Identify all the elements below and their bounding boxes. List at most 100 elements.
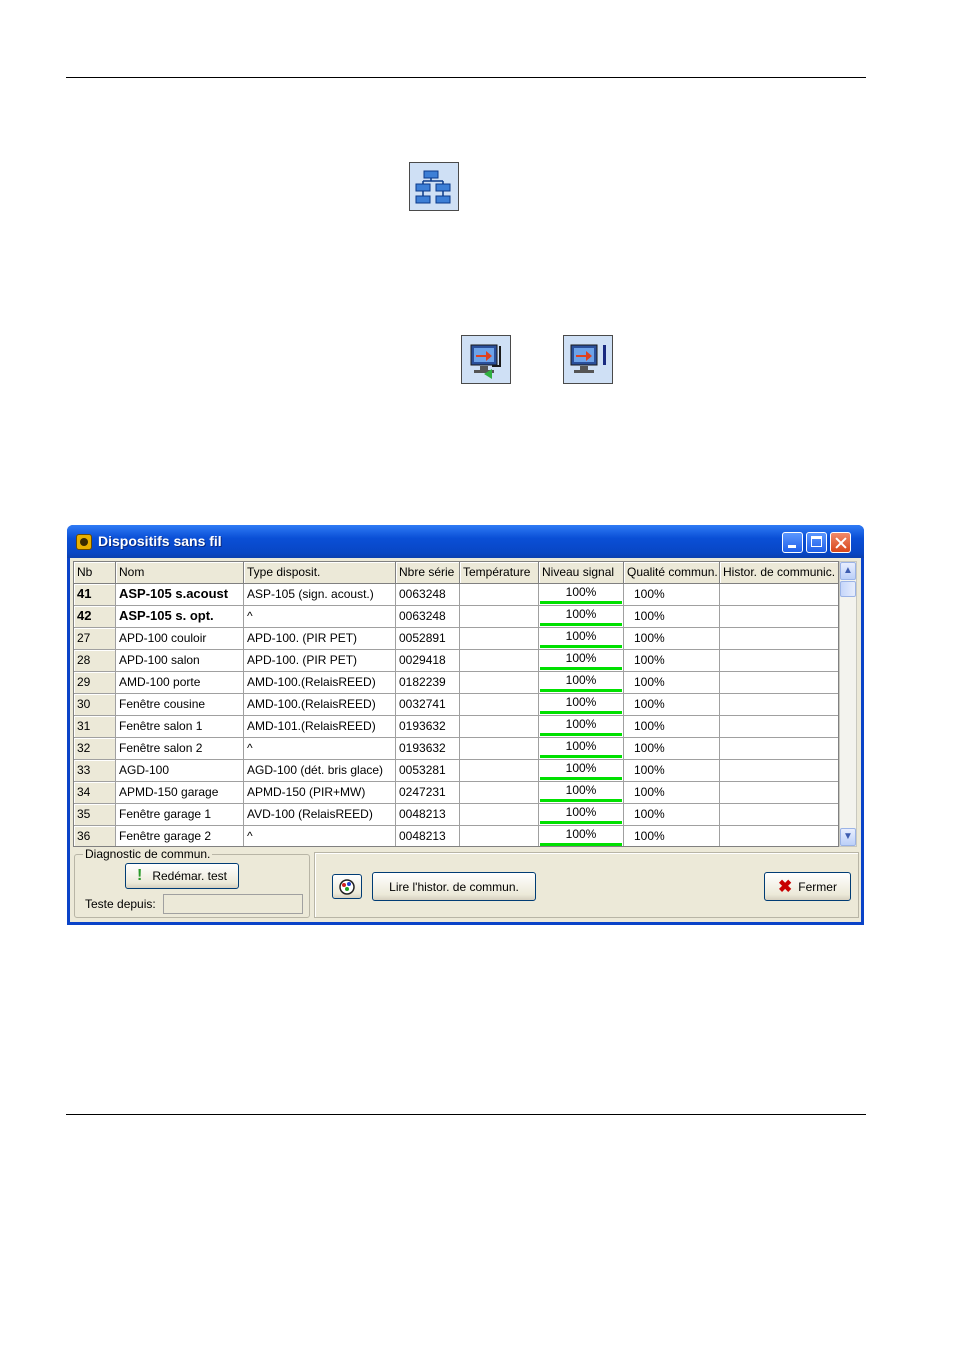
cell-nb: 34 (74, 782, 116, 804)
table-row[interactable]: 31 Fenêtre salon 1 AMD-101.(RelaisREED) 019… (74, 716, 838, 738)
col-header-type[interactable]: Type disposit. (244, 562, 396, 584)
cell-qualite: 100% (624, 804, 720, 826)
restart-test-label: Redémar. test (152, 869, 228, 883)
cell-type: ^ (244, 738, 396, 760)
cell-type: ASP-105 (sign. acoust.) (244, 584, 396, 606)
cell-nom: Fenêtre garage 1 (116, 804, 244, 826)
table-row[interactable]: 42 ASP-105 s. opt. ^ 0063248 100% 100% (74, 606, 838, 628)
col-header-nom[interactable]: Nom (116, 562, 244, 584)
cell-nb: 28 (74, 650, 116, 672)
network-tree-icon[interactable] (409, 162, 459, 211)
cell-nom: AMD-100 porte (116, 672, 244, 694)
restart-test-button[interactable]: ! Redémar. test (125, 863, 239, 889)
col-header-qualite[interactable]: Qualité commun. (624, 562, 720, 584)
window-client-area: Nb Nom Type disposit. Nbre série Tempéra… (70, 558, 861, 922)
cell-qualite: 100% (624, 694, 720, 716)
actions-panel: Lire l'histor. de commun. ✖ Fermer (314, 852, 859, 918)
table-row[interactable]: 28 APD-100 salon APD-100. (PIR PET) 0029418… (74, 650, 838, 672)
cell-serie: 0063248 (396, 584, 460, 606)
tested-since-label: Teste depuis: (85, 897, 156, 911)
cell-signal: 100% (539, 628, 624, 650)
col-header-signal[interactable]: Niveau signal (539, 562, 624, 584)
table-row[interactable]: 32 Fenêtre salon 2 ^ 0193632 100% 100% (74, 738, 838, 760)
vertical-scrollbar[interactable]: ▲ ▼ (839, 561, 857, 847)
monitor-info-icon[interactable] (563, 335, 613, 384)
scroll-thumb[interactable] (840, 581, 856, 597)
read-history-button[interactable]: Lire l'histor. de commun. (372, 872, 536, 901)
cell-nom: AGD-100 (116, 760, 244, 782)
cell-nom: Fenêtre cousine (116, 694, 244, 716)
monitor-transfer-icon[interactable] (461, 335, 511, 384)
cell-serie: 0247231 (396, 782, 460, 804)
cell-temp (460, 804, 539, 826)
cell-serie: 0032741 (396, 694, 460, 716)
cell-nom: Fenêtre salon 2 (116, 738, 244, 760)
table-row[interactable]: 35 Fenêtre garage 1 AVD-100 (RelaisREED) 00… (74, 804, 838, 826)
cell-nb: 32 (74, 738, 116, 760)
cell-type: AMD-100.(RelaisREED) (244, 672, 396, 694)
col-header-temperature[interactable]: Température (460, 562, 539, 584)
maximize-button[interactable] (806, 532, 827, 553)
title-bar[interactable]: Dispositifs sans fil (67, 525, 864, 558)
devices-table[interactable]: Nb Nom Type disposit. Nbre série Tempéra… (73, 561, 839, 847)
cell-nb: 30 (74, 694, 116, 716)
cell-signal: 100% (539, 826, 624, 846)
col-header-serie[interactable]: Nbre série (396, 562, 460, 584)
signal-bar (540, 843, 622, 846)
col-header-histor[interactable]: Histor. de communic. (720, 562, 838, 584)
signal-bar (540, 799, 622, 802)
cell-histor (720, 782, 838, 804)
table-row[interactable]: 29 AMD-100 porte AMD-100.(RelaisREED) 01822… (74, 672, 838, 694)
scroll-up-button[interactable]: ▲ (840, 562, 856, 580)
table-row[interactable]: 34 APMD-150 garage APMD-150 (PIR+MW) 024723… (74, 782, 838, 804)
cell-signal: 100% (539, 650, 624, 672)
cell-temp (460, 672, 539, 694)
cell-qualite: 100% (624, 672, 720, 694)
table-row[interactable]: 27 APD-100 couloir APD-100. (PIR PET) 00528… (74, 628, 838, 650)
signal-value: 100% (565, 739, 597, 753)
cell-type: APD-100. (PIR PET) (244, 650, 396, 672)
cell-serie: 0052891 (396, 628, 460, 650)
cell-qualite: 100% (624, 628, 720, 650)
cell-serie: 0182239 (396, 672, 460, 694)
table-row[interactable]: 41 ASP-105 s.acoust ASP-105 (sign. acoust.… (74, 584, 838, 606)
cell-nom: Fenêtre salon 1 (116, 716, 244, 738)
cell-histor (720, 694, 838, 716)
cell-nom: APMD-150 garage (116, 782, 244, 804)
cell-nom: APD-100 salon (116, 650, 244, 672)
signal-bar (540, 645, 622, 648)
tested-since-field (163, 894, 303, 914)
table-row[interactable]: 33 AGD-100 AGD-100 (dét. bris glace) 005328… (74, 760, 838, 782)
cell-type: AVD-100 (RelaisREED) (244, 804, 396, 826)
cell-histor (720, 584, 838, 606)
close-window-button[interactable] (830, 532, 851, 553)
cell-nom: ASP-105 s.acoust (116, 584, 244, 606)
table-row[interactable]: 36 Fenêtre garage 2 ^ 0048213 100% 100% (74, 826, 838, 846)
signal-bar (540, 667, 622, 670)
cell-temp (460, 628, 539, 650)
cell-qualite: 100% (624, 606, 720, 628)
cell-signal: 100% (539, 606, 624, 628)
signal-value: 100% (565, 651, 597, 665)
cell-nom: ASP-105 s. opt. (116, 606, 244, 628)
close-button[interactable]: ✖ Fermer (764, 872, 851, 901)
cell-temp (460, 694, 539, 716)
cell-histor (720, 672, 838, 694)
cell-serie: 0193632 (396, 738, 460, 760)
app-icon (76, 534, 92, 550)
cell-nb: 33 (74, 760, 116, 782)
cell-signal: 100% (539, 804, 624, 826)
cell-type: APMD-150 (PIR+MW) (244, 782, 396, 804)
scroll-down-button[interactable]: ▼ (840, 828, 856, 846)
cell-temp (460, 826, 539, 846)
minimize-button[interactable] (782, 532, 803, 553)
cell-serie: 0193632 (396, 716, 460, 738)
cell-type: AMD-101.(RelaisREED) (244, 716, 396, 738)
history-icon-button[interactable] (332, 874, 362, 899)
cell-signal: 100% (539, 760, 624, 782)
cell-qualite: 100% (624, 650, 720, 672)
cell-nb: 36 (74, 826, 116, 846)
cell-histor (720, 628, 838, 650)
table-row[interactable]: 30 Fenêtre cousine AMD-100.(RelaisREED) 003… (74, 694, 838, 716)
col-header-nb[interactable]: Nb (74, 562, 116, 584)
